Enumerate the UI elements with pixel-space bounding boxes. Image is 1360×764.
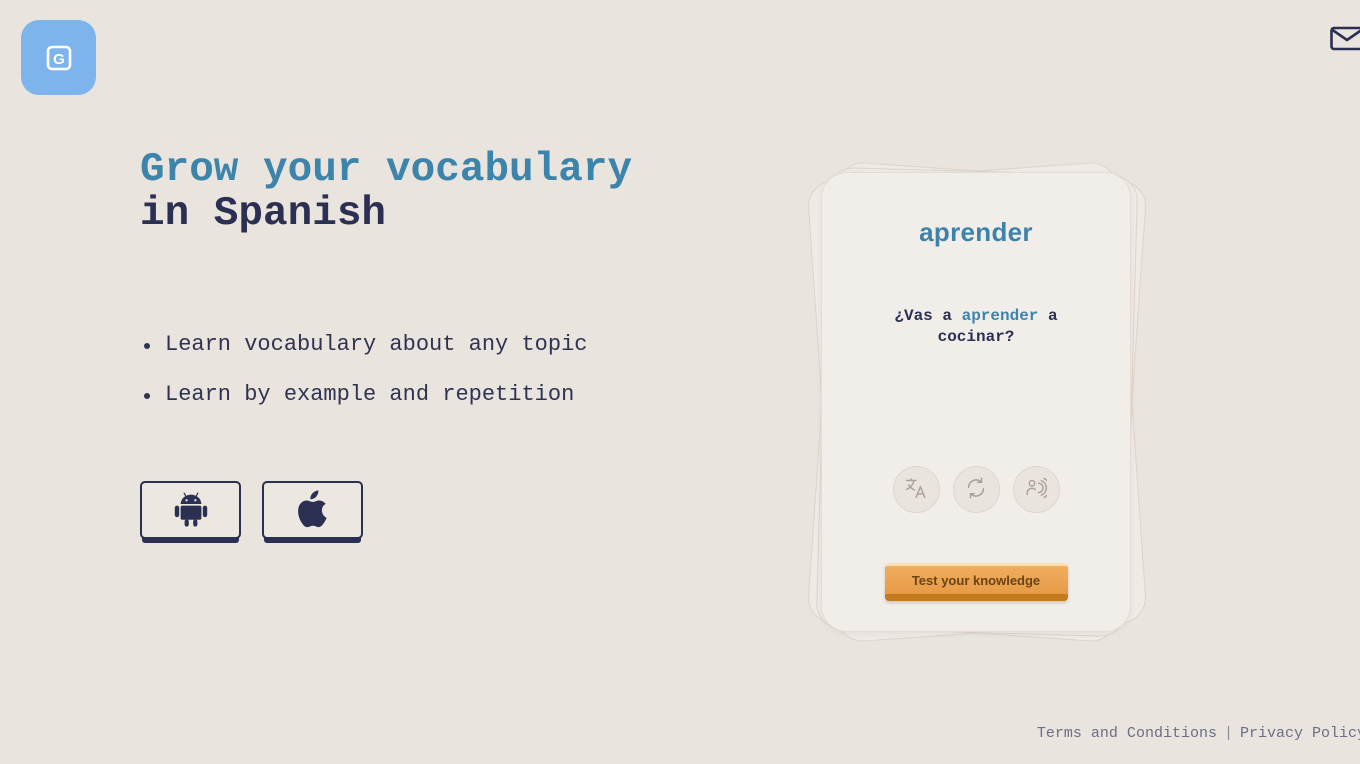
translate-icon bbox=[905, 477, 927, 502]
apple-store-button[interactable] bbox=[262, 481, 363, 539]
translate-button[interactable] bbox=[892, 466, 940, 513]
android-robot-icon bbox=[174, 491, 208, 530]
sentence-highlight-word: aprender bbox=[961, 307, 1039, 325]
flip-card-button[interactable] bbox=[952, 466, 1000, 513]
feature-list: Learn vocabulary about any topic Learn b… bbox=[140, 332, 740, 408]
list-item: Learn vocabulary about any topic bbox=[140, 332, 740, 358]
speaker-person-icon bbox=[1025, 477, 1051, 502]
flashcard-cta-wrap: Test your knowledge bbox=[822, 563, 1130, 601]
footer-separator: | bbox=[1223, 725, 1233, 742]
headline-line-1: Grow your vocabulary bbox=[140, 147, 633, 193]
terms-and-conditions-link[interactable]: Terms and Conditions bbox=[1037, 725, 1217, 742]
flashcard-example-sentence: ¿Vas a aprender a cocinar? bbox=[874, 306, 1079, 348]
footer-links: Terms and Conditions | Privacy Policy bbox=[1037, 725, 1360, 742]
pronounce-button[interactable] bbox=[1012, 466, 1060, 513]
apple-logo-icon bbox=[297, 489, 329, 531]
test-your-knowledge-button[interactable]: Test your knowledge bbox=[884, 563, 1068, 601]
sentence-part-before: ¿Vas a bbox=[894, 307, 962, 325]
contact-mail-button[interactable] bbox=[1326, 20, 1360, 58]
list-item: Learn by example and repetition bbox=[140, 382, 740, 408]
mail-envelope-icon bbox=[1330, 24, 1360, 55]
refresh-icon bbox=[965, 477, 987, 502]
page-title: Grow your vocabulary in Spanish bbox=[140, 148, 740, 236]
flashcard[interactable]: aprender ¿Vas a aprender a cocinar? Test… bbox=[821, 172, 1131, 632]
svg-text:G: G bbox=[53, 51, 65, 68]
android-store-button[interactable] bbox=[140, 481, 241, 539]
flashcard-word: aprender bbox=[919, 217, 1033, 247]
store-buttons bbox=[140, 481, 740, 539]
privacy-policy-link[interactable]: Privacy Policy bbox=[1240, 725, 1360, 742]
flashcard-stack: aprender ¿Vas a aprender a cocinar? Test… bbox=[805, 160, 1150, 644]
app-logo[interactable]: G bbox=[21, 20, 96, 95]
hero-section: Grow your vocabulary in Spanish Learn vo… bbox=[140, 148, 740, 539]
headline-line-2: in Spanish bbox=[140, 191, 387, 237]
flashcard-action-row bbox=[822, 466, 1130, 513]
app-logo-g-icon: G bbox=[44, 43, 74, 73]
page-header: G bbox=[0, 0, 1360, 115]
